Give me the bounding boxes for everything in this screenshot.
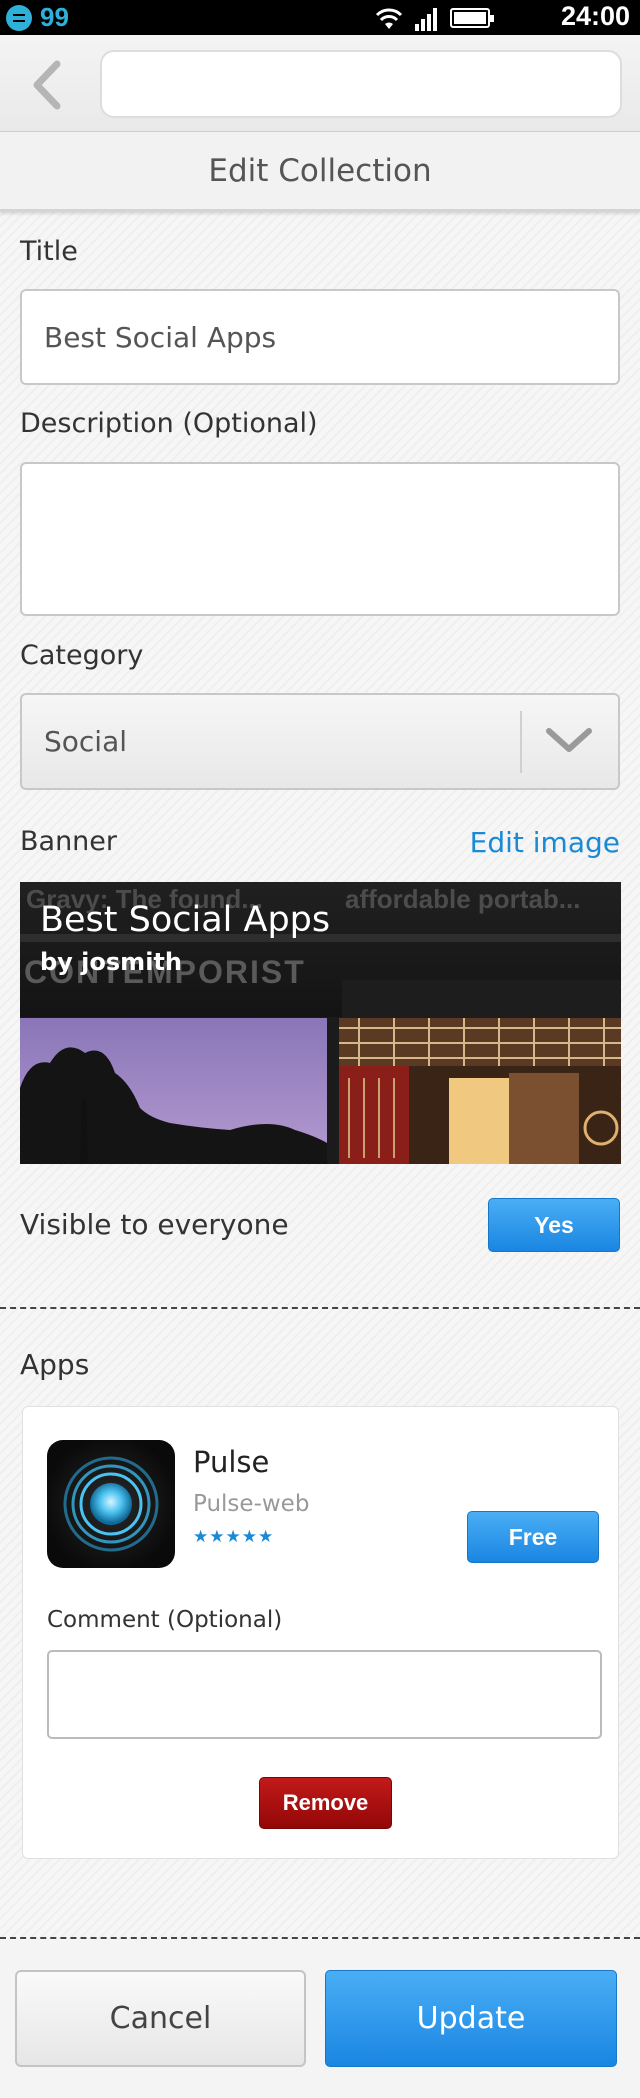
browser-toolbar — [0, 35, 640, 132]
signal-icon — [415, 8, 437, 31]
pulse-app-icon[interactable] — [47, 1440, 175, 1568]
visibility-label: Visible to everyone — [20, 1208, 289, 1241]
url-input[interactable] — [100, 50, 622, 118]
status-bar: 99 24:00 — [0, 0, 640, 35]
banner-label: Banner — [20, 826, 118, 857]
select-divider — [520, 711, 522, 773]
category-select[interactable]: Social — [20, 693, 620, 790]
banner-title: Best Social Apps — [40, 900, 331, 940]
banner-photo-trees — [20, 1018, 327, 1164]
app-card: Pulse Pulse-web ★★★★★ Free Comment (Opti… — [22, 1406, 619, 1859]
section-divider — [0, 1937, 640, 1939]
battery-icon — [450, 8, 494, 28]
notification-icon[interactable] — [6, 5, 32, 31]
category-value: Social — [44, 725, 128, 758]
notification-count: 99 — [40, 2, 69, 32]
banner-photo-interior — [339, 1018, 621, 1164]
chevron-down-icon — [546, 728, 592, 752]
title-input[interactable]: Best Social Apps — [20, 289, 620, 385]
remove-app-button[interactable]: Remove — [259, 1777, 392, 1829]
update-button[interactable]: Update — [325, 1970, 617, 2067]
app-developer: Pulse-web — [193, 1491, 310, 1517]
apps-label: Apps — [20, 1348, 90, 1381]
wifi-icon — [375, 8, 403, 29]
category-label: Category — [20, 640, 144, 671]
banner-preview: Gravy: The found... affordable portab...… — [20, 882, 621, 1164]
banner-author: by josmith — [40, 948, 182, 976]
page-title: Edit Collection — [0, 132, 640, 212]
section-divider — [0, 1307, 640, 1309]
description-input[interactable] — [20, 462, 620, 616]
app-name[interactable]: Pulse — [193, 1445, 269, 1479]
action-bar: Cancel Update — [0, 1940, 640, 2098]
edit-image-link[interactable]: Edit image — [470, 826, 620, 859]
install-free-button[interactable]: Free — [467, 1511, 599, 1563]
visibility-toggle-button[interactable]: Yes — [488, 1198, 620, 1252]
comment-label: Comment (Optional) — [47, 1607, 283, 1633]
status-time: 24:00 — [560, 1, 630, 31]
banner-notch — [342, 980, 621, 1018]
title-label: Title — [20, 236, 78, 267]
pulse-logo-icon — [63, 1456, 159, 1552]
status-icons — [374, 5, 494, 31]
cancel-button[interactable]: Cancel — [15, 1970, 306, 2067]
rating-stars: ★★★★★ — [193, 1527, 275, 1547]
comment-input[interactable] — [47, 1650, 602, 1739]
back-arrow-icon[interactable] — [25, 60, 69, 110]
description-label: Description (Optional) — [20, 408, 318, 439]
banner-bg-text: affordable portab... — [345, 884, 581, 914]
